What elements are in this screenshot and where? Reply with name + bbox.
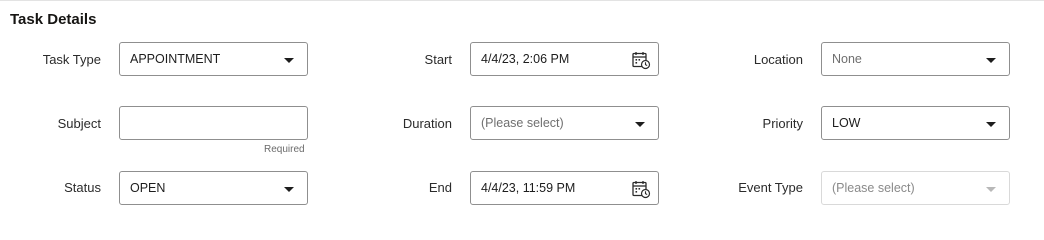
start-label: Start [424, 52, 452, 67]
event-type-placeholder: (Please select) [832, 181, 915, 195]
chevron-down-icon [635, 122, 645, 127]
chevron-down-icon [986, 122, 996, 127]
chevron-down-icon [986, 187, 996, 192]
task-type-label: Task Type [42, 52, 101, 67]
chevron-down-icon [986, 58, 996, 63]
status-value: OPEN [130, 181, 166, 195]
chevron-down-icon [284, 58, 294, 63]
location-label: Location [753, 52, 803, 67]
end-datetime-input[interactable]: 4/4/23, 11:59 PM [470, 171, 659, 205]
subject-required-hint: Required [264, 144, 305, 155]
subject-input[interactable] [119, 106, 308, 140]
duration-label: Duration [402, 116, 452, 131]
duration-placeholder: (Please select) [481, 116, 564, 130]
priority-label: Priority [762, 116, 803, 131]
priority-select[interactable]: LOW [821, 106, 1010, 140]
calendar-clock-icon[interactable] [631, 50, 651, 70]
top-divider [0, 0, 1044, 1]
task-type-select[interactable]: APPOINTMENT [119, 42, 308, 76]
end-value: 4/4/23, 11:59 PM [481, 181, 576, 195]
calendar-clock-icon[interactable] [631, 179, 651, 199]
section-title: Task Details [10, 11, 97, 28]
status-select[interactable]: OPEN [119, 171, 308, 205]
status-label: Status [64, 180, 101, 195]
location-select[interactable]: None [821, 42, 1010, 76]
start-value: 4/4/23, 2:06 PM [481, 52, 570, 66]
end-label: End [428, 180, 452, 195]
location-placeholder: None [832, 52, 862, 66]
subject-label: Subject [57, 116, 101, 131]
chevron-down-icon [284, 187, 294, 192]
event-type-select[interactable]: (Please select) [821, 171, 1010, 205]
priority-value: LOW [832, 116, 861, 130]
event-type-label: Event Type [738, 180, 803, 195]
duration-select[interactable]: (Please select) [470, 106, 659, 140]
task-type-value: APPOINTMENT [130, 52, 221, 66]
start-datetime-input[interactable]: 4/4/23, 2:06 PM [470, 42, 659, 76]
